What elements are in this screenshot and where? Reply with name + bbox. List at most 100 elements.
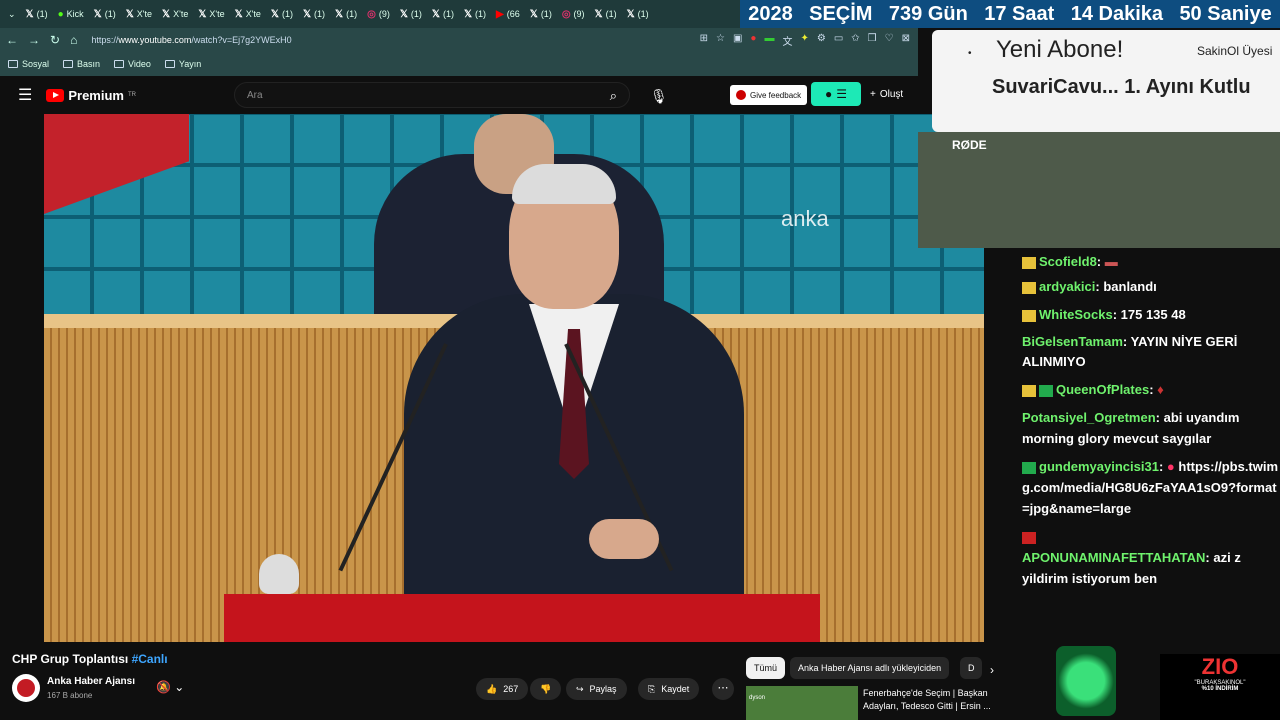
save-button[interactable]: ⎘ Kaydet (638, 678, 700, 700)
more-icon[interactable]: ⊠ (902, 33, 910, 48)
browser-tab-bar: ⌄ 𝕏 (1) ● Kick 𝕏 (1) 𝕏 X'te 𝕏 X'te 𝕏 X'te 𝕏 X't… (0, 0, 745, 28)
tab-14[interactable]: ▶ (66 (492, 3, 524, 25)
chat-username: ardyakici (1039, 279, 1096, 294)
extension-icon[interactable]: ▣ (733, 33, 742, 48)
bookmark-label: Video (128, 59, 151, 69)
tab-3[interactable]: 𝕏 X'te (122, 3, 156, 25)
recommended-title[interactable]: Fenerbahçe'de Seçim | Başkan Adayları, T… (863, 687, 993, 713)
like-count: 267 (503, 684, 519, 694)
collections-icon[interactable]: ❒ (868, 33, 877, 48)
search-input[interactable]: Ara ⌕ (234, 82, 630, 108)
create-button[interactable]: + Oluşt (870, 82, 903, 106)
extension-toggle-button[interactable]: ● ☰ (811, 82, 861, 106)
translate-icon[interactable]: 文 (782, 33, 792, 48)
alert-title: Yeni Abone! (996, 36, 1124, 63)
back-icon[interactable]: ← (6, 33, 18, 47)
folder-icon (114, 60, 125, 68)
chat-username: Scofield8 (1039, 254, 1097, 269)
countdown-year: 2028 (748, 2, 793, 25)
chat-text: banlandı (1103, 279, 1157, 294)
alert-subtitle: SuvariCavu... 1. Ayını Kutlu (992, 76, 1251, 98)
tab-5[interactable]: 𝕏 X'te (194, 3, 228, 25)
extension-icon[interactable]: ▬ (764, 33, 774, 48)
chip-uploader[interactable]: Anka Haber Ajansı adlı yükleyiciden (790, 657, 950, 679)
tab-1[interactable]: ● Kick (54, 3, 88, 25)
x-icon: 𝕏 (463, 8, 473, 20)
bookmark-basin[interactable]: Basın (63, 59, 100, 69)
share-button[interactable]: ↪ Paylaş (566, 678, 627, 700)
bookmark-yayin[interactable]: Yayın (164, 59, 202, 69)
search-icon[interactable]: ⌕ (610, 88, 617, 104)
create-label: Oluşt (879, 88, 904, 100)
plus-icon: + (870, 88, 876, 100)
chip-more[interactable]: D (960, 657, 982, 679)
bookmark-sosyal[interactable]: Sosyal (8, 59, 49, 69)
tab-search-icon[interactable]: ⊞ (700, 33, 708, 48)
chat-username: BiGelsenTamam (1022, 334, 1123, 349)
video-player[interactable]: anka (44, 114, 984, 642)
bookmarks-bar: Sosyal Basın Video Yayın (0, 52, 918, 76)
dislike-button[interactable]: 👎 (530, 678, 562, 700)
tab-11[interactable]: 𝕏 (1) (396, 3, 426, 25)
url-field[interactable]: https://www.youtube.com/watch?v=Ej7g2YWE… (91, 35, 291, 45)
microphone-icon[interactable]: 🎙 (650, 88, 668, 105)
left-gutter (0, 114, 44, 642)
chat-username: Potansiyel_Ogretmen (1022, 410, 1156, 425)
forward-icon[interactable]: → (28, 33, 40, 47)
tab-10[interactable]: ◎ (9) (363, 3, 394, 25)
red-lectern-front (224, 594, 820, 642)
tab-label: (1) (104, 9, 116, 19)
menu-icon[interactable]: ☰ (18, 85, 32, 105)
channel-avatar[interactable] (12, 674, 40, 702)
tab-17[interactable]: 𝕏 (1) (591, 3, 621, 25)
home-icon[interactable]: ⌂ (70, 33, 77, 47)
hashtag-link[interactable]: #Canlı (132, 652, 168, 666)
extensions-bar: ⊞ ☆ ▣ ● ▬ 文 ✦ ⚙ ▭ ✩ ❒ ♡ ⊠ (700, 33, 918, 48)
tab-8[interactable]: 𝕏 (1) (299, 3, 329, 25)
reload-icon[interactable]: ↻ (50, 33, 60, 47)
chip-all[interactable]: Tümü (746, 657, 786, 679)
tab-12[interactable]: 𝕏 (1) (428, 3, 458, 25)
tab-2[interactable]: 𝕏 (1) (90, 3, 120, 25)
tab-0[interactable]: 𝕏 (1) (22, 3, 52, 25)
tab-13[interactable]: 𝕏 (1) (460, 3, 490, 25)
recommended-thumbnail[interactable]: dyson (746, 686, 858, 720)
extension-icon[interactable]: ✦ (800, 33, 808, 48)
bookmark-label: Yayın (178, 59, 202, 69)
notification-bell-icon[interactable]: 🔕 ⌄ (156, 680, 184, 694)
folder-icon (164, 60, 175, 68)
bookmark-video[interactable]: Video (114, 59, 151, 69)
green-emote-image (1056, 646, 1116, 716)
tab-4[interactable]: 𝕏 X'te (158, 3, 192, 25)
extension-icon[interactable]: ● (750, 33, 756, 48)
election-countdown: 2028 SEÇİM 739 Gün 17 Saat 14 Dakika 50 … (740, 0, 1280, 28)
more-actions-icon[interactable]: ⋯ (712, 678, 734, 700)
tab-6[interactable]: 𝕏 X'te (231, 3, 265, 25)
x-icon: 𝕏 (302, 8, 312, 20)
instagram-icon: ◎ (367, 8, 376, 20)
tab-label: (1) (637, 9, 649, 19)
tab-15[interactable]: 𝕏 (1) (526, 3, 556, 25)
tab-label: (1) (314, 9, 326, 19)
favorites-icon[interactable]: ✩ (851, 33, 859, 48)
give-feedback-button[interactable]: Give feedback (730, 85, 808, 105)
url-host: www.youtube.com (118, 35, 192, 45)
tab-list-button[interactable]: ⌄ (4, 3, 20, 25)
tab-9[interactable]: 𝕏 (1) (331, 3, 361, 25)
tab-label: (1) (346, 9, 358, 19)
channel-name[interactable]: Anka Haber Ajansı (47, 676, 135, 687)
tab-7[interactable]: 𝕏 (1) (267, 3, 297, 25)
extensions-icon[interactable]: ⚙ (817, 33, 826, 48)
x-icon: 𝕏 (529, 8, 538, 20)
chevron-right-icon[interactable]: › (990, 663, 994, 677)
tab-16[interactable]: ◎ (9) (558, 3, 589, 25)
video-title: CHP Grup Toplantısı #Canlı (12, 652, 168, 666)
tab-18[interactable]: 𝕏 (1) (623, 3, 653, 25)
heart-icon[interactable]: ♡ (885, 33, 894, 48)
streamer-webcam: RØDE (918, 132, 1280, 248)
like-button[interactable]: 👍 267 (476, 678, 529, 700)
youtube-logo[interactable]: Premium TR (46, 88, 136, 103)
split-view-icon[interactable]: ▭ (834, 33, 843, 48)
bookmark-star-icon[interactable]: ☆ (716, 33, 725, 48)
countdown-seconds: 50 Saniye (1179, 2, 1272, 25)
